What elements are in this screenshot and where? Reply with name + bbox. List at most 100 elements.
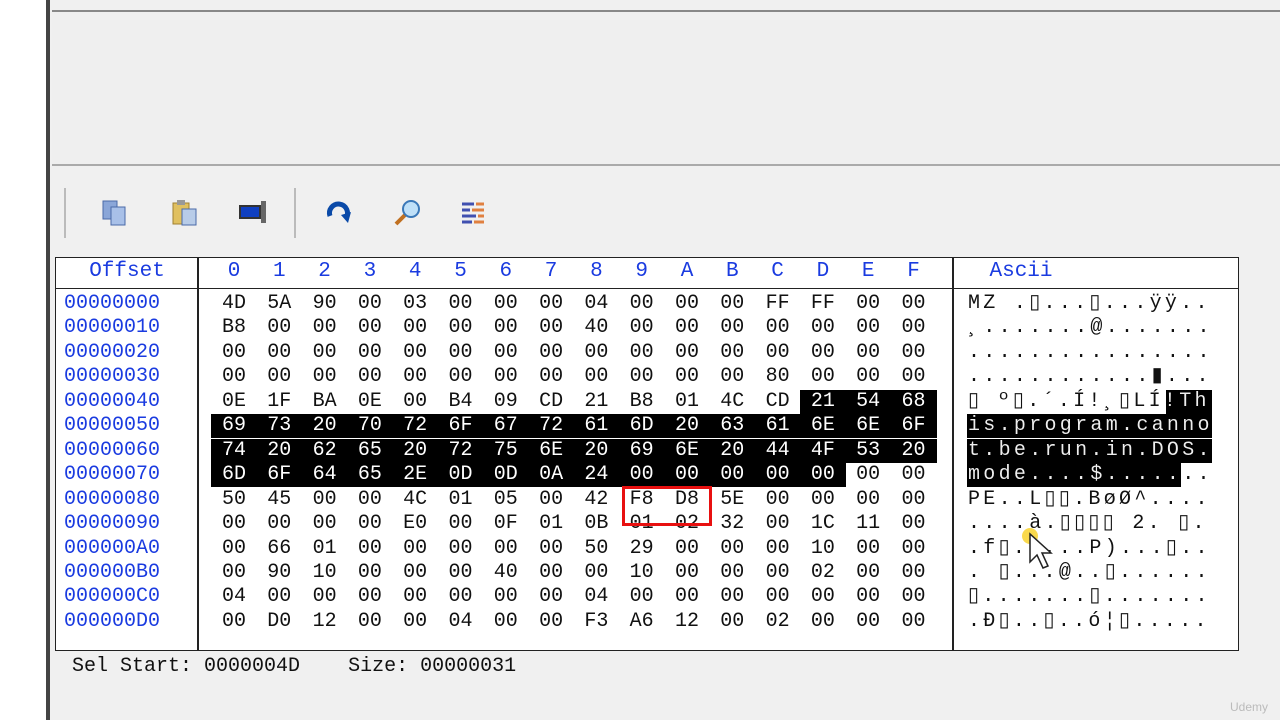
hex-byte[interactable]: 6E <box>664 438 710 463</box>
hex-byte[interactable]: 00 <box>891 561 937 585</box>
hex-byte[interactable]: 00 <box>619 341 665 365</box>
ascii-row[interactable]: .f▯.....P)...▯.. <box>968 537 1211 561</box>
hex-byte[interactable]: 00 <box>664 316 710 340</box>
hex-byte[interactable]: 00 <box>347 316 393 340</box>
hex-byte[interactable]: E0 <box>392 512 438 536</box>
hex-byte[interactable]: 00 <box>256 585 302 609</box>
hex-byte[interactable]: 00 <box>573 561 619 585</box>
hex-byte[interactable]: 0D <box>482 463 529 488</box>
hex-byte[interactable]: 11 <box>845 512 891 536</box>
hex-byte[interactable]: 00 <box>438 341 484 365</box>
hex-byte[interactable]: 00 <box>709 610 755 634</box>
hex-byte[interactable]: 00 <box>573 341 619 365</box>
hex-byte[interactable]: 01 <box>438 488 484 512</box>
hex-byte[interactable]: 40 <box>483 561 529 585</box>
hex-byte[interactable]: 00 <box>302 585 348 609</box>
hex-byte[interactable]: 54 <box>845 389 892 414</box>
hex-byte[interactable]: 00 <box>211 341 257 365</box>
hex-byte[interactable]: 02 <box>755 610 801 634</box>
hex-byte[interactable]: 00 <box>256 316 302 340</box>
hex-byte[interactable]: 00 <box>664 561 710 585</box>
hex-byte[interactable]: 00 <box>211 365 257 389</box>
hex-byte[interactable]: 00 <box>845 537 891 561</box>
hex-byte[interactable]: 20 <box>664 414 710 439</box>
hex-byte[interactable]: 53 <box>845 438 892 463</box>
hex-byte[interactable]: 00 <box>392 341 438 365</box>
hex-byte[interactable]: 10 <box>302 561 348 585</box>
hex-byte[interactable]: 00 <box>891 365 937 389</box>
hex-byte[interactable]: 0A <box>528 463 575 488</box>
hex-byte[interactable]: 6F <box>437 414 484 439</box>
compare-button[interactable] <box>456 196 490 230</box>
hex-byte[interactable]: 00 <box>528 316 574 340</box>
hex-byte[interactable]: 00 <box>392 585 438 609</box>
hex-byte[interactable]: 73 <box>256 414 303 439</box>
hex-byte[interactable]: 00 <box>302 488 348 512</box>
redo-button[interactable] <box>322 196 356 230</box>
hex-byte[interactable]: 00 <box>619 292 665 316</box>
hex-byte[interactable]: 00 <box>528 585 574 609</box>
hex-byte[interactable]: 00 <box>302 512 348 536</box>
hex-byte[interactable]: 00 <box>709 561 755 585</box>
hex-byte[interactable]: 00 <box>392 316 438 340</box>
hex-byte[interactable]: 00 <box>438 561 484 585</box>
hex-byte[interactable]: 20 <box>301 414 348 439</box>
hex-byte[interactable]: 00 <box>573 365 619 389</box>
hex-byte[interactable]: 6E <box>528 438 575 463</box>
hex-byte[interactable]: 00 <box>664 292 710 316</box>
hex-byte[interactable]: 90 <box>302 292 348 316</box>
hex-byte[interactable]: D0 <box>256 610 302 634</box>
hex-byte[interactable]: 00 <box>483 292 529 316</box>
hex-byte[interactable]: 00 <box>664 585 710 609</box>
hex-byte[interactable]: 20 <box>256 438 303 463</box>
hex-byte[interactable]: 00 <box>211 610 257 634</box>
hex-byte[interactable]: 00 <box>709 341 755 365</box>
hex-byte[interactable]: 00 <box>347 488 393 512</box>
hex-byte[interactable]: 21 <box>799 389 846 414</box>
hex-byte[interactable]: 04 <box>211 585 257 609</box>
hex-byte[interactable]: 00 <box>528 537 574 561</box>
hex-byte[interactable]: 00 <box>483 365 529 389</box>
hex-byte[interactable]: 00 <box>891 341 937 365</box>
hex-byte[interactable]: 00 <box>619 585 665 609</box>
ascii-row[interactable]: mode....$....... <box>968 463 1213 487</box>
hex-byte[interactable]: 00 <box>754 463 801 488</box>
hex-byte[interactable]: 01 <box>302 537 348 561</box>
hex-byte[interactable]: 00 <box>845 585 891 609</box>
ascii-row[interactable]: t.be.run.in.DOS. <box>968 439 1213 463</box>
hex-byte[interactable]: 00 <box>619 316 665 340</box>
hex-byte[interactable]: 00 <box>347 512 393 536</box>
hex-byte[interactable]: 65 <box>346 463 393 488</box>
hex-byte[interactable]: 00 <box>800 610 846 634</box>
hex-byte[interactable]: 00 <box>438 365 484 389</box>
hex-byte[interactable]: B8 <box>619 390 665 414</box>
hex-byte[interactable]: 00 <box>528 365 574 389</box>
hex-byte[interactable]: 00 <box>845 292 891 316</box>
hex-byte[interactable]: CD <box>528 390 574 414</box>
hex-byte[interactable]: 00 <box>211 512 257 536</box>
ascii-row[interactable]: .Ð▯..▯..ó¦▯..... <box>968 610 1210 634</box>
hex-byte[interactable]: FF <box>800 292 846 316</box>
hex-byte[interactable]: FF <box>755 292 801 316</box>
hex-byte[interactable]: 00 <box>755 488 801 512</box>
hex-byte[interactable]: 75 <box>482 438 529 463</box>
hex-byte[interactable]: 00 <box>392 610 438 634</box>
hex-byte[interactable]: 00 <box>528 610 574 634</box>
hex-byte[interactable]: 00 <box>891 316 937 340</box>
hex-byte[interactable]: 00 <box>392 537 438 561</box>
hex-byte[interactable]: 00 <box>438 585 484 609</box>
hex-byte[interactable]: 00 <box>891 292 937 316</box>
hex-byte[interactable]: 90 <box>256 561 302 585</box>
hex-byte[interactable]: 50 <box>211 488 257 512</box>
hex-byte[interactable]: 00 <box>392 390 438 414</box>
hex-byte[interactable]: 00 <box>256 512 302 536</box>
hex-byte[interactable]: 00 <box>799 463 846 488</box>
hex-byte[interactable]: 00 <box>438 292 484 316</box>
hex-byte[interactable]: 00 <box>755 512 801 536</box>
hex-byte[interactable]: 32 <box>709 512 755 536</box>
hex-byte[interactable]: 44 <box>754 438 801 463</box>
hex-byte[interactable]: 2E <box>392 463 439 488</box>
hex-byte[interactable]: 00 <box>347 585 393 609</box>
hex-byte[interactable]: 05 <box>483 488 529 512</box>
hex-byte[interactable]: 00 <box>755 316 801 340</box>
